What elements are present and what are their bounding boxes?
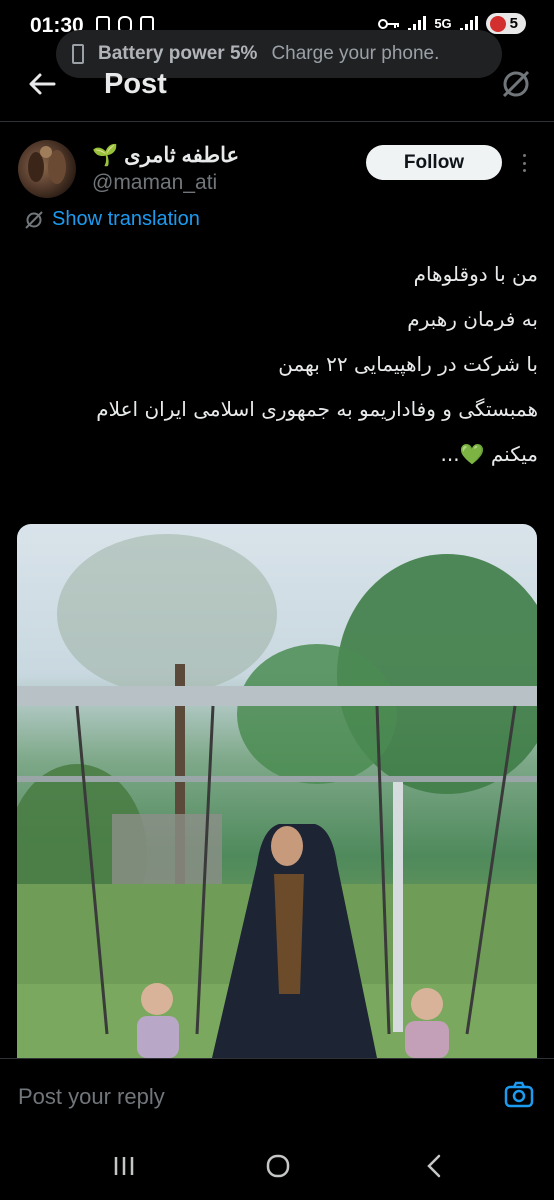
key-icon	[378, 18, 400, 29]
translate-icon[interactable]	[498, 66, 534, 102]
back-chevron-icon[interactable]	[424, 1154, 444, 1178]
display-name[interactable]: 🌱 عاطفه ثامری	[92, 143, 239, 168]
show-translation-label: Show translation	[52, 208, 200, 230]
network-type: 5G	[434, 16, 452, 31]
sprout-emoji: 🌱	[92, 143, 119, 167]
post-text-line: با شرکت در راهپیمایی ۲۲ بهمن	[278, 352, 538, 376]
display-name-text: عاطفه ثامری	[124, 144, 240, 167]
recent-apps-icon[interactable]	[112, 1154, 136, 1178]
more-vertical-icon[interactable]	[518, 150, 530, 176]
battery-level: 5	[509, 15, 518, 32]
top-app-bar: Post	[0, 56, 554, 122]
post-text-line: من با دوقلوهام	[413, 262, 538, 286]
post-text-line: همبستگی و وفاداریمو به جمهوری اسلامی ایر…	[96, 397, 538, 421]
system-nav-bar	[0, 1136, 554, 1200]
post-text-line: میکنم 💚...	[440, 442, 538, 466]
back-button[interactable]	[24, 66, 60, 102]
page-title: Post	[104, 68, 167, 100]
avatar[interactable]	[18, 140, 76, 198]
follow-button[interactable]: Follow	[366, 145, 502, 180]
reply-input[interactable]: Post your reply	[18, 1084, 165, 1110]
post-text: من با دوقلوهام به فرمان رهبرم با شرکت در…	[18, 252, 538, 477]
translate-icon	[25, 210, 43, 229]
home-circle-icon[interactable]	[266, 1154, 290, 1178]
show-translation-link[interactable]: Show translation	[24, 208, 200, 231]
battery-low-icon	[489, 15, 506, 32]
reply-bar: Post your reply	[0, 1058, 554, 1136]
username[interactable]: @maman_ati	[92, 171, 217, 195]
photo-illustration	[17, 534, 537, 1058]
arrow-left-icon	[29, 73, 56, 95]
camera-icon[interactable]	[504, 1079, 534, 1109]
battery-indicator: 5	[485, 13, 526, 34]
post-text-line: به فرمان رهبرم	[407, 307, 538, 331]
post-image[interactable]	[17, 524, 537, 1058]
